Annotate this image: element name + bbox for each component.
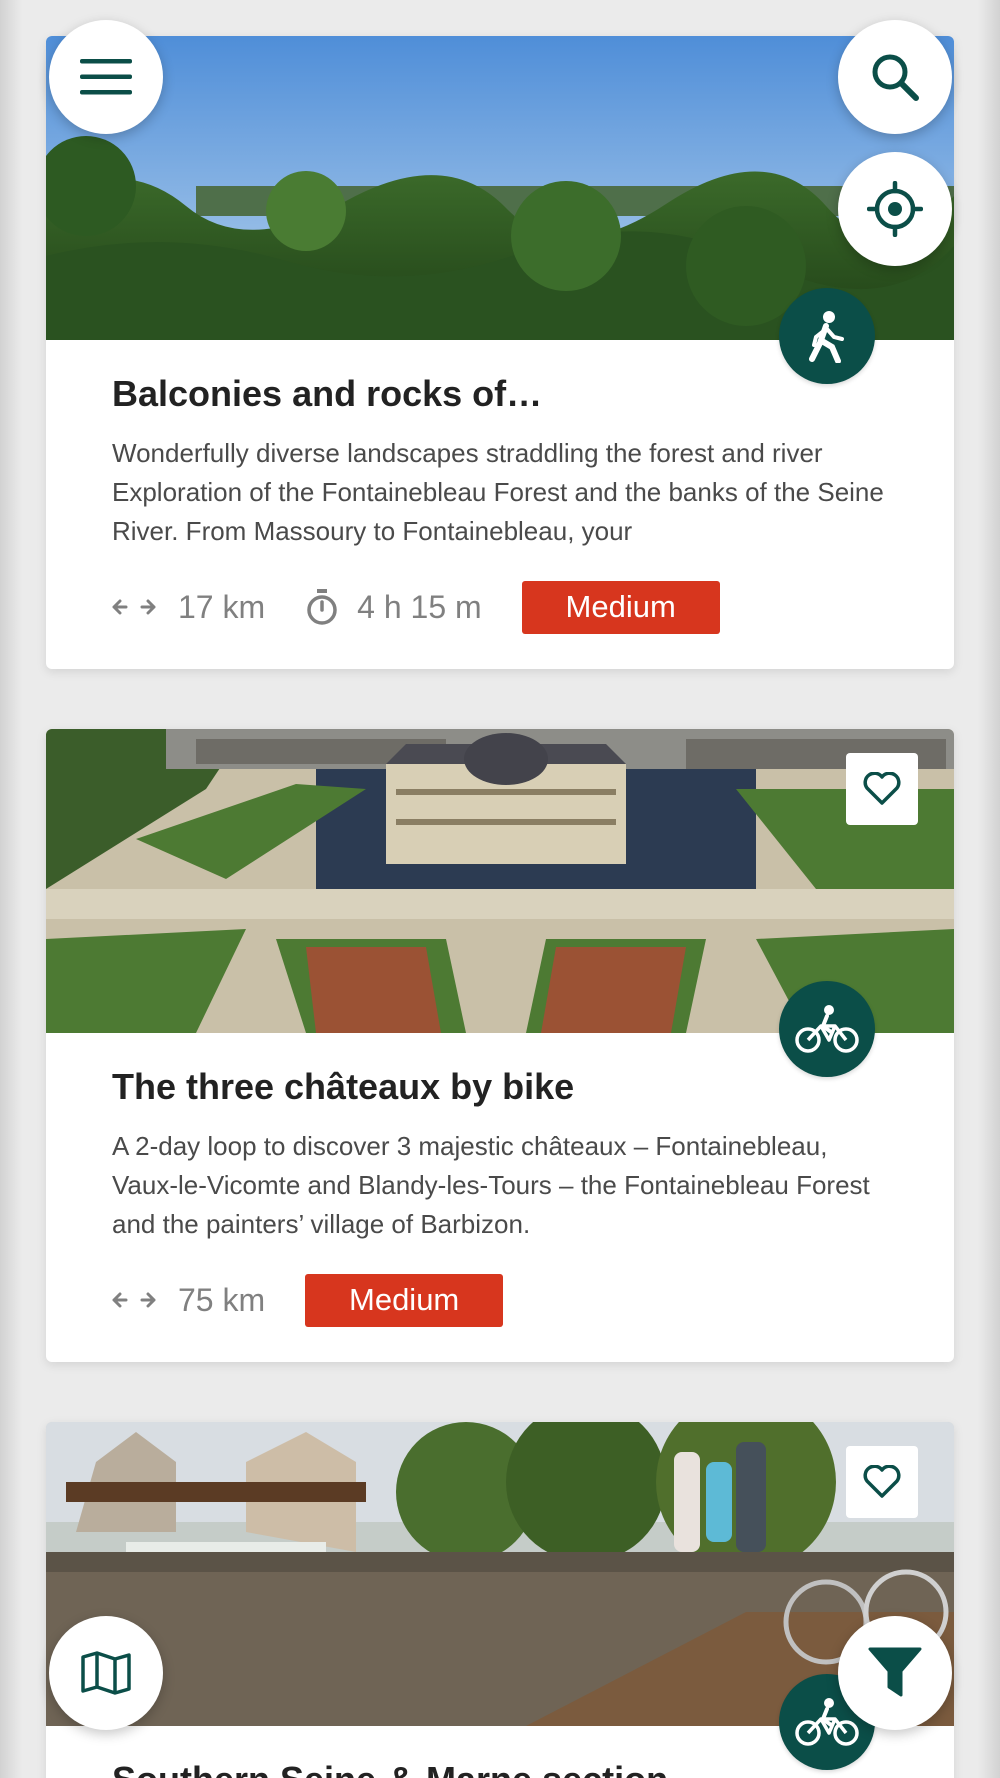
distance-value: 17 km	[178, 588, 266, 625]
duration: 4 h 15 m	[305, 588, 482, 626]
distance-value: 75 km	[178, 1281, 266, 1318]
locate-button[interactable]	[838, 152, 952, 266]
trail-card[interactable]: Balconies and rocks of… Wonderfully dive…	[46, 36, 954, 669]
bike-badge	[779, 981, 875, 1077]
trail-card[interactable]: The three châteaux by bike A 2-day loop …	[46, 729, 954, 1362]
heart-icon	[863, 1465, 901, 1498]
duration-value: 4 h 15 m	[357, 588, 482, 625]
filter-button[interactable]	[838, 1616, 952, 1730]
right-edge-shadow	[978, 0, 1000, 1778]
hiking-badge	[779, 288, 875, 384]
map-button[interactable]	[49, 1616, 163, 1730]
distance: 17 km	[112, 589, 265, 626]
heart-icon	[863, 772, 901, 805]
difficulty-badge: Medium	[521, 580, 720, 634]
stopwatch-icon	[307, 589, 337, 625]
search-icon	[872, 54, 919, 101]
bike-icon	[795, 1005, 859, 1053]
trail-meta: 17 km 4 h 15 m Medium	[112, 580, 888, 634]
hiking-icon	[809, 311, 844, 363]
trail-title: The three châteaux by bike	[112, 1066, 575, 1107]
favorite-button[interactable]	[846, 1446, 918, 1518]
menu-icon	[80, 59, 132, 95]
trail-meta: 75 km Medium	[112, 1273, 888, 1327]
trail-description: Wonderfully diverse landscapes straddlin…	[112, 438, 884, 546]
distance: 75 km	[112, 1282, 265, 1319]
difficulty-badge: Medium	[305, 1273, 504, 1327]
trail-card-body: The three châteaux by bike A 2-day loop …	[46, 1033, 954, 1327]
left-edge-shadow	[0, 0, 22, 1778]
trail-title: Balconies and rocks of…	[112, 373, 543, 414]
distance-icon	[112, 599, 156, 615]
distance-icon	[112, 1292, 156, 1308]
trail-title: Southern Seine-&-Marne section	[112, 1758, 888, 1778]
trail-card[interactable]: Southern Seine-&-Marne section	[46, 1422, 954, 1778]
map-icon	[81, 1651, 131, 1695]
search-button[interactable]	[838, 20, 952, 134]
trail-card-body: Balconies and rocks of… Wonderfully dive…	[46, 340, 954, 634]
trail-description: A 2-day loop to discover 3 majestic chât…	[112, 1131, 870, 1239]
favorite-button[interactable]	[846, 753, 918, 825]
menu-button[interactable]	[49, 20, 163, 134]
filter-icon	[868, 1647, 922, 1697]
locate-icon	[867, 181, 923, 237]
